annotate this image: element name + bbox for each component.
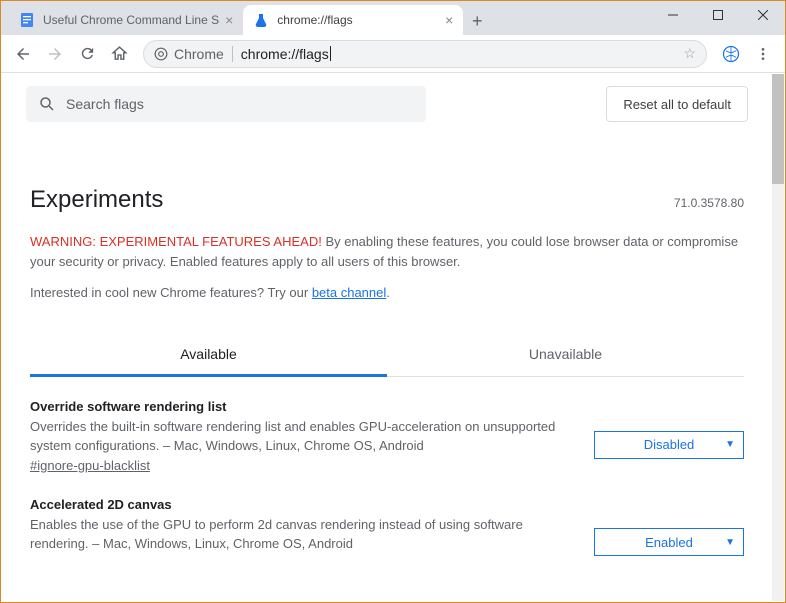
flag-dropdown[interactable]: Disabled ▼ [594, 431, 744, 459]
flag-row: Override software rendering list Overrid… [30, 377, 744, 475]
text-cursor [330, 46, 331, 61]
scrollbar-thumb[interactable] [772, 74, 784, 184]
extension-icon[interactable] [717, 40, 745, 68]
flag-info: Accelerated 2D canvas Enables the use of… [30, 497, 574, 572]
beta-prefix: Interested in cool new Chrome features? … [30, 285, 312, 300]
chevron-down-icon: ▼ [725, 439, 735, 450]
reset-all-button[interactable]: Reset all to default [606, 86, 748, 122]
warning-emphasis: WARNING: EXPERIMENTAL FEATURES AHEAD! [30, 234, 322, 249]
search-placeholder: Search flags [66, 96, 144, 112]
chrome-icon [154, 47, 168, 61]
flag-hash-link[interactable]: #ignore-gpu-blacklist [30, 458, 150, 473]
page-title: Experiments [30, 186, 163, 214]
warning-text: WARNING: EXPERIMENTAL FEATURES AHEAD! By… [30, 232, 744, 271]
browser-menu-button[interactable] [749, 40, 777, 68]
page-header: Experiments 71.0.3578.80 [30, 186, 744, 214]
close-icon[interactable]: × [225, 12, 233, 28]
tab-strip: Useful Chrome Command Line S × chrome://… [1, 1, 491, 35]
close-window-button[interactable] [740, 1, 785, 29]
flag-title: Override software rendering list [30, 399, 574, 414]
docs-icon [19, 12, 35, 28]
tab-available[interactable]: Available [30, 334, 387, 377]
flag-row: Accelerated 2D canvas Enables the use of… [30, 475, 744, 572]
bookmark-star-icon[interactable]: ☆ [683, 45, 696, 62]
flag-description: Enables the use of the GPU to perform 2d… [30, 516, 574, 554]
address-bar[interactable]: Chrome chrome://flags ☆ [143, 40, 707, 68]
new-tab-button[interactable]: + [463, 7, 491, 35]
flag-dropdown[interactable]: Enabled ▼ [594, 528, 744, 556]
chip-label: Chrome [174, 46, 224, 62]
maximize-button[interactable] [695, 1, 740, 29]
chevron-down-icon: ▼ [725, 537, 735, 548]
flag-value: Enabled [645, 535, 693, 550]
close-icon[interactable]: × [445, 12, 453, 28]
flags-tabbar: Available Unavailable [30, 334, 744, 377]
tab-title: Useful Chrome Command Line S [43, 13, 219, 27]
tab-active[interactable]: chrome://flags × [243, 5, 463, 35]
tab-unavailable[interactable]: Unavailable [387, 334, 744, 376]
search-icon [38, 95, 56, 113]
page-viewport: Search flags Reset all to default Experi… [2, 74, 772, 601]
version-label: 71.0.3578.80 [674, 196, 744, 210]
tab-title: chrome://flags [277, 13, 439, 27]
forward-button[interactable] [41, 40, 69, 68]
flag-description: Overrides the built-in software renderin… [30, 418, 574, 456]
flag-title: Accelerated 2D canvas [30, 497, 574, 512]
browser-toolbar: Chrome chrome://flags ☆ [1, 35, 785, 73]
flask-icon [253, 12, 269, 28]
minimize-button[interactable] [650, 1, 695, 29]
tab-inactive[interactable]: Useful Chrome Command Line S × [9, 5, 243, 35]
beta-prompt: Interested in cool new Chrome features? … [30, 285, 744, 300]
flags-toolbar: Search flags Reset all to default [2, 74, 772, 134]
back-button[interactable] [9, 40, 37, 68]
beta-suffix: . [386, 285, 390, 300]
security-chip: Chrome [154, 46, 233, 62]
beta-channel-link[interactable]: beta channel [312, 285, 386, 300]
url-text: chrome://flags [241, 46, 329, 62]
page-body: Experiments 71.0.3578.80 WARNING: EXPERI… [2, 134, 772, 571]
window-controls [650, 1, 785, 29]
flag-info: Override software rendering list Overrid… [30, 399, 574, 475]
search-input[interactable]: Search flags [26, 86, 426, 122]
window-titlebar: Useful Chrome Command Line S × chrome://… [1, 1, 785, 35]
home-button[interactable] [105, 40, 133, 68]
flag-value: Disabled [644, 437, 695, 452]
reload-button[interactable] [73, 40, 101, 68]
